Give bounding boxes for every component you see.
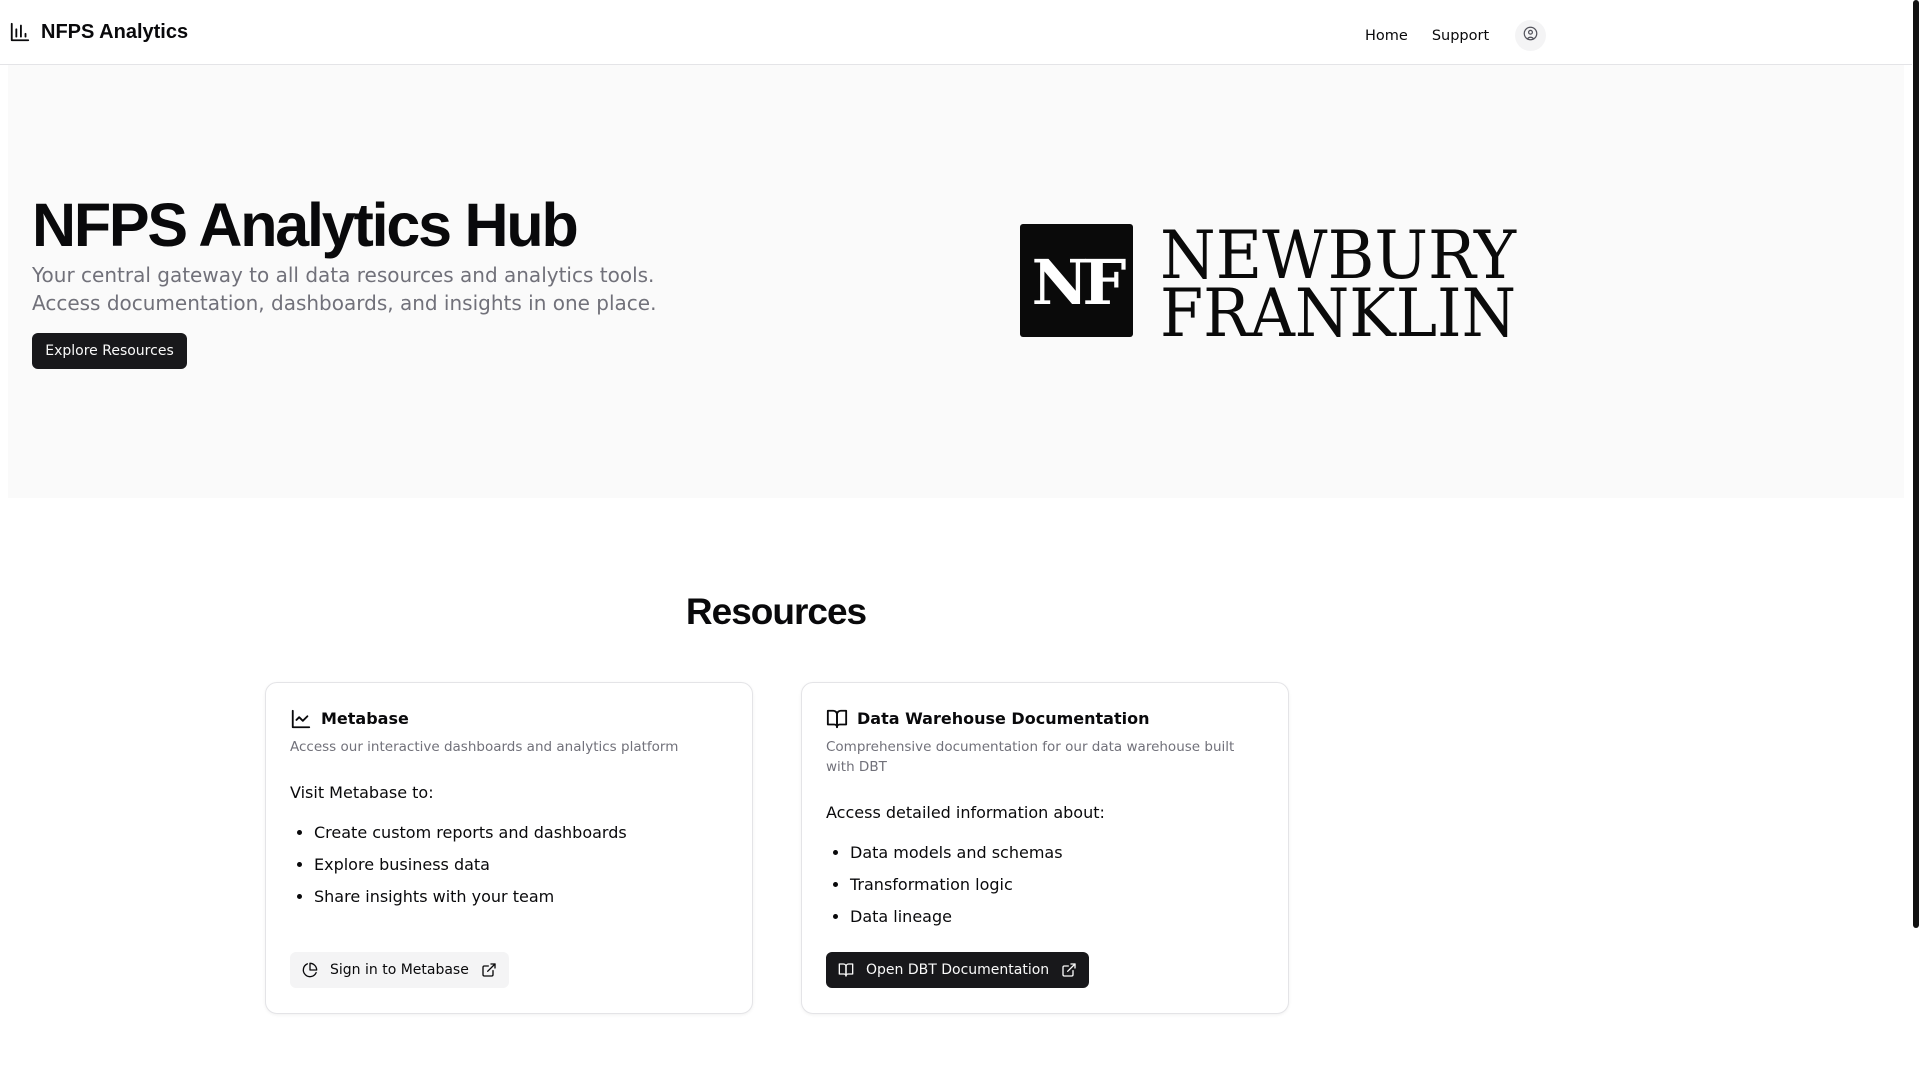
dbt-docs-card: Data Warehouse Documentation Comprehensi… [801, 682, 1289, 1014]
scrollbar-thumb[interactable] [1913, 0, 1919, 928]
newbury-franklin-logo: NF NEWBURY FRANKLIN [1020, 217, 1520, 352]
metabase-card: Metabase Access our interactive dashboar… [265, 682, 753, 1014]
hero-title: NFPS Analytics Hub [32, 191, 579, 259]
hero-subtitle: Your central gateway to all data resourc… [32, 263, 657, 315]
metabase-feature-list: Create custom reports and dashboards Exp… [290, 821, 627, 917]
external-link-icon [481, 962, 497, 978]
profile-button[interactable] [1515, 20, 1547, 51]
metabase-card-title: Metabase [321, 709, 409, 728]
top-navigation-bar: NFPS Analytics Home Support [0, 0, 1912, 65]
sign-in-metabase-label: Sign in to Metabase [330, 962, 469, 978]
brand-name: NFPS Analytics [41, 21, 189, 43]
metabase-card-header: Metabase [290, 707, 409, 731]
bar-chart-icon [9, 21, 31, 43]
dbt-card-description: Comprehensive documentation for our data… [826, 739, 1235, 775]
dbt-card-header: Data Warehouse Documentation [826, 707, 1149, 731]
metabase-card-intro: Visit Metabase to: [290, 783, 434, 802]
dbt-card-intro: Access detailed information about: [826, 803, 1105, 822]
open-book-icon [838, 962, 854, 978]
explore-resources-button[interactable]: Explore Resources [32, 333, 187, 369]
line-chart-icon [290, 708, 312, 730]
resources-heading: Resources [685, 591, 867, 632]
hero-section: NFPS Analytics Hub Your central gateway … [8, 65, 1904, 498]
nav-link-support[interactable]: Support [1432, 24, 1489, 48]
pie-chart-icon [302, 962, 318, 978]
sign-in-metabase-button[interactable]: Sign in to Metabase [290, 952, 509, 988]
vertical-scrollbar[interactable] [1912, 0, 1920, 1080]
svg-text:NF: NF [1032, 246, 1127, 319]
list-item: Data lineage [850, 905, 1063, 929]
list-item: Transformation logic [850, 873, 1063, 897]
open-dbt-docs-label: Open DBT Documentation [866, 962, 1050, 978]
brand[interactable]: NFPS Analytics [9, 19, 188, 45]
open-dbt-docs-button[interactable]: Open DBT Documentation [826, 952, 1090, 988]
svg-text:FRANKLIN: FRANKLIN [1160, 275, 1516, 338]
list-item: Share insights with your team [314, 885, 627, 909]
user-circle-icon [1523, 26, 1538, 45]
open-book-icon [826, 708, 848, 730]
list-item: Create custom reports and dashboards [314, 821, 627, 845]
nav-link-home[interactable]: Home [1365, 24, 1408, 48]
dbt-card-title: Data Warehouse Documentation [857, 709, 1150, 728]
metabase-card-description: Access our interactive dashboards and an… [290, 739, 679, 755]
dbt-feature-list: Data models and schemas Transformation l… [826, 841, 1063, 937]
main-nav: Home Support [1365, 20, 1547, 51]
list-item: Data models and schemas [850, 841, 1063, 865]
external-link-icon [1061, 962, 1077, 978]
list-item: Explore business data [314, 853, 627, 877]
